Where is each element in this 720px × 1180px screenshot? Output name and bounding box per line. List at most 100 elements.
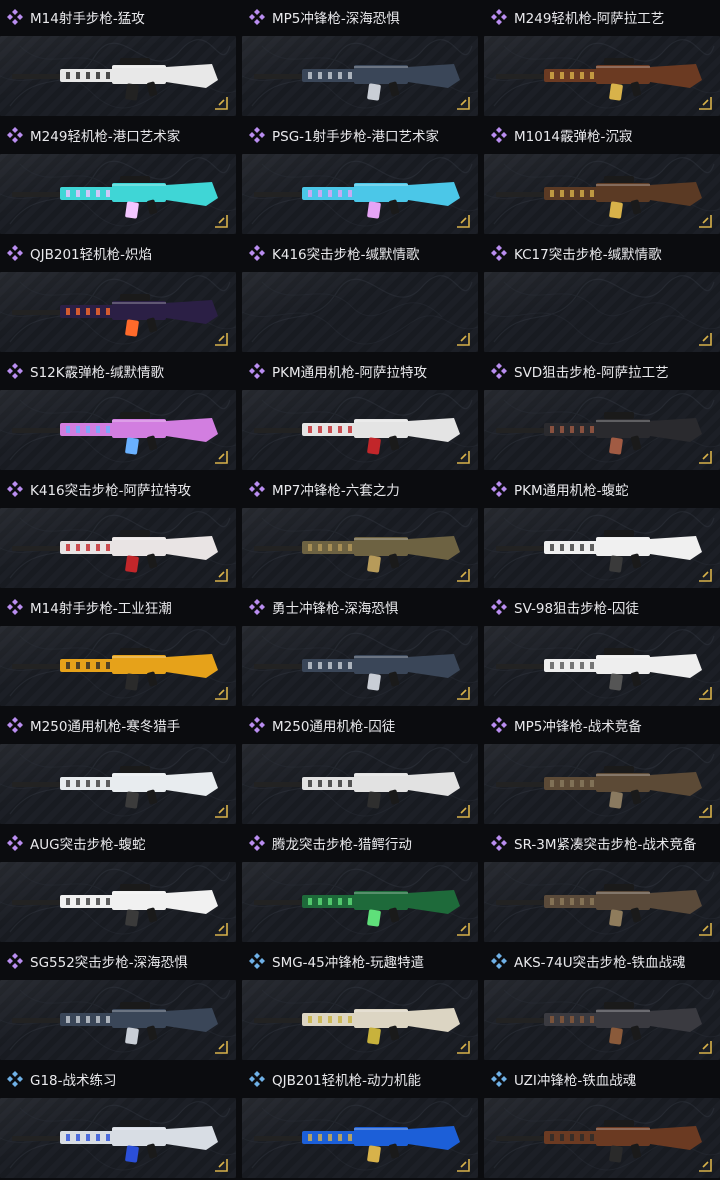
rarity-diamond-icon: [6, 244, 24, 262]
weapon-silhouette: [12, 1120, 218, 1163]
skin-card-30[interactable]: UZI冲锋枪-铁血战魂: [484, 1062, 720, 1180]
corner-badge-icon: [457, 805, 470, 818]
skin-card-24[interactable]: SR-3M紧凑突击步枪-战术竞备: [484, 826, 720, 944]
skin-card-21[interactable]: MP5冲锋枪-战术竞备: [484, 708, 720, 826]
skin-card-28[interactable]: G18-战术练习: [0, 1062, 236, 1180]
corner-badge-icon: [215, 805, 228, 818]
skin-title: QJB201轻机枪-炽焰: [30, 247, 153, 263]
weapon-part: [66, 426, 70, 433]
skin-card-26[interactable]: SMG-45冲锋枪-玩趣特遣: [242, 944, 478, 1062]
skin-card-12[interactable]: SVD狙击步枪-阿萨拉工艺: [484, 354, 720, 472]
skin-card-4[interactable]: M249轻机枪-港口艺术家: [0, 118, 236, 236]
rarity-diamond-icon: [490, 834, 508, 852]
skin-card-25[interactable]: SG552突击步枪-深海恐惧: [0, 944, 236, 1062]
skin-card-27[interactable]: AKS-74U突击步枪-铁血战魂: [484, 944, 720, 1062]
weapon-part: [367, 1145, 381, 1163]
weapon-part: [609, 83, 623, 101]
weapon-part: [86, 662, 90, 669]
weapon-silhouette: [496, 530, 702, 573]
skin-title: PKM通用机枪-阿萨拉特攻: [272, 365, 428, 381]
skin-card-11[interactable]: PKM通用机枪-阿萨拉特攻: [242, 354, 478, 472]
skin-card-16[interactable]: M14射手步枪-工业狂潮: [0, 590, 236, 708]
weapon-part: [590, 898, 594, 905]
weapon-part: [590, 190, 594, 197]
skin-card-29[interactable]: QJB201轻机枪-动力机能: [242, 1062, 478, 1180]
weapon-part: [96, 898, 100, 905]
skin-grid: M14射手步枪-猛攻 MP5冲锋枪-深海恐惧 M249轻机枪-阿萨拉工艺 M24…: [0, 0, 720, 1180]
weapon-part: [96, 426, 100, 433]
weapon-part: [338, 780, 342, 787]
corner-badge-icon: [699, 569, 712, 582]
skin-card-5[interactable]: PSG-1射手步枪-港口艺术家: [242, 118, 478, 236]
weapon-part: [328, 190, 332, 197]
skin-card-header: M14射手步枪-猛攻: [0, 0, 236, 34]
skin-card-13[interactable]: K416突击步枪-阿萨拉特攻: [0, 472, 236, 590]
weapon-part: [106, 662, 110, 669]
skin-card-3[interactable]: M249轻机枪-阿萨拉工艺: [484, 0, 720, 118]
corner-badge-icon: [699, 687, 712, 700]
weapon-part: [308, 1134, 312, 1141]
skin-card-header: SMG-45冲锋枪-玩趣特遣: [242, 944, 478, 978]
weapon-part: [106, 426, 110, 433]
skin-card-20[interactable]: M250通用机枪-囚徒: [242, 708, 478, 826]
weapon-part: [338, 1134, 342, 1141]
skin-card-22[interactable]: AUG突击步枪-蝮蛇: [0, 826, 236, 944]
skin-card-header: 腾龙突击步枪-猎鳄行动: [242, 826, 478, 860]
weapon-part: [408, 1008, 460, 1032]
weapon-part: [560, 1016, 564, 1023]
weapon-part: [166, 1008, 218, 1032]
weapon-silhouette: [12, 648, 218, 691]
weapon-part: [120, 530, 150, 537]
weapon-part: [66, 1134, 70, 1141]
weapon-part: [338, 426, 342, 433]
corner-badge-icon: [457, 923, 470, 936]
weapon-part: [570, 72, 574, 79]
skin-preview-image: [242, 980, 478, 1060]
skin-preview-image: [242, 862, 478, 942]
weapon-part: [550, 190, 554, 197]
weapon-part: [354, 420, 408, 422]
weapon-part: [66, 190, 70, 197]
weapon-silhouette: [254, 890, 460, 927]
weapon-part: [166, 890, 218, 914]
skin-card-7[interactable]: QJB201轻机枪-炽焰: [0, 236, 236, 354]
weapon-part: [367, 673, 381, 691]
skin-card-18[interactable]: SV-98狙击步枪-囚徒: [484, 590, 720, 708]
weapon-silhouette: [12, 176, 218, 219]
weapon-part: [596, 1128, 650, 1130]
skin-preview-image: [484, 390, 720, 470]
weapon-part: [318, 426, 322, 433]
skin-preview-image: [242, 272, 478, 352]
skin-card-14[interactable]: MP7冲锋枪-六套之力: [242, 472, 478, 590]
weapon-silhouette: [496, 412, 702, 455]
weapon-part: [560, 780, 564, 787]
weapon-part: [166, 536, 218, 560]
skin-card-15[interactable]: PKM通用机枪-蝮蛇: [484, 472, 720, 590]
weapon-part: [125, 909, 139, 927]
weapon-part: [66, 1016, 70, 1023]
weapon-part: [604, 58, 634, 65]
skin-card-2[interactable]: MP5冲锋枪-深海恐惧: [242, 0, 478, 118]
skin-card-8[interactable]: K416突击步枪-缄默情歌: [242, 236, 478, 354]
skin-card-header: M249轻机枪-港口艺术家: [0, 118, 236, 152]
skin-card-19[interactable]: M250通用机枪-寒冬猎手: [0, 708, 236, 826]
weapon-part: [86, 190, 90, 197]
skin-title: PKM通用机枪-蝮蛇: [514, 483, 629, 499]
skin-card-6[interactable]: M1014霰弹枪-沉寂: [484, 118, 720, 236]
skin-card-23[interactable]: 腾龙突击步枪-猎鳄行动: [242, 826, 478, 944]
weapon-silhouette: [496, 648, 702, 691]
weapon-part: [338, 190, 342, 197]
weapon-part: [580, 190, 584, 197]
skin-card-17[interactable]: 勇士冲锋枪-深海恐惧: [242, 590, 478, 708]
weapon-part: [112, 538, 166, 540]
weapon-part: [408, 1126, 460, 1150]
rarity-diamond-icon: [490, 480, 508, 498]
skin-card-header: MP5冲锋枪-战术竞备: [484, 708, 720, 742]
skin-card-9[interactable]: KC17突击步枪-缄默情歌: [484, 236, 720, 354]
weapon-part: [560, 426, 564, 433]
skin-card-10[interactable]: S12K霰弹枪-缄默情歌: [0, 354, 236, 472]
skin-card-1[interactable]: M14射手步枪-猛攻: [0, 0, 236, 118]
weapon-part: [596, 184, 650, 186]
weapon-part: [112, 420, 166, 422]
weapon-part: [367, 1027, 381, 1045]
